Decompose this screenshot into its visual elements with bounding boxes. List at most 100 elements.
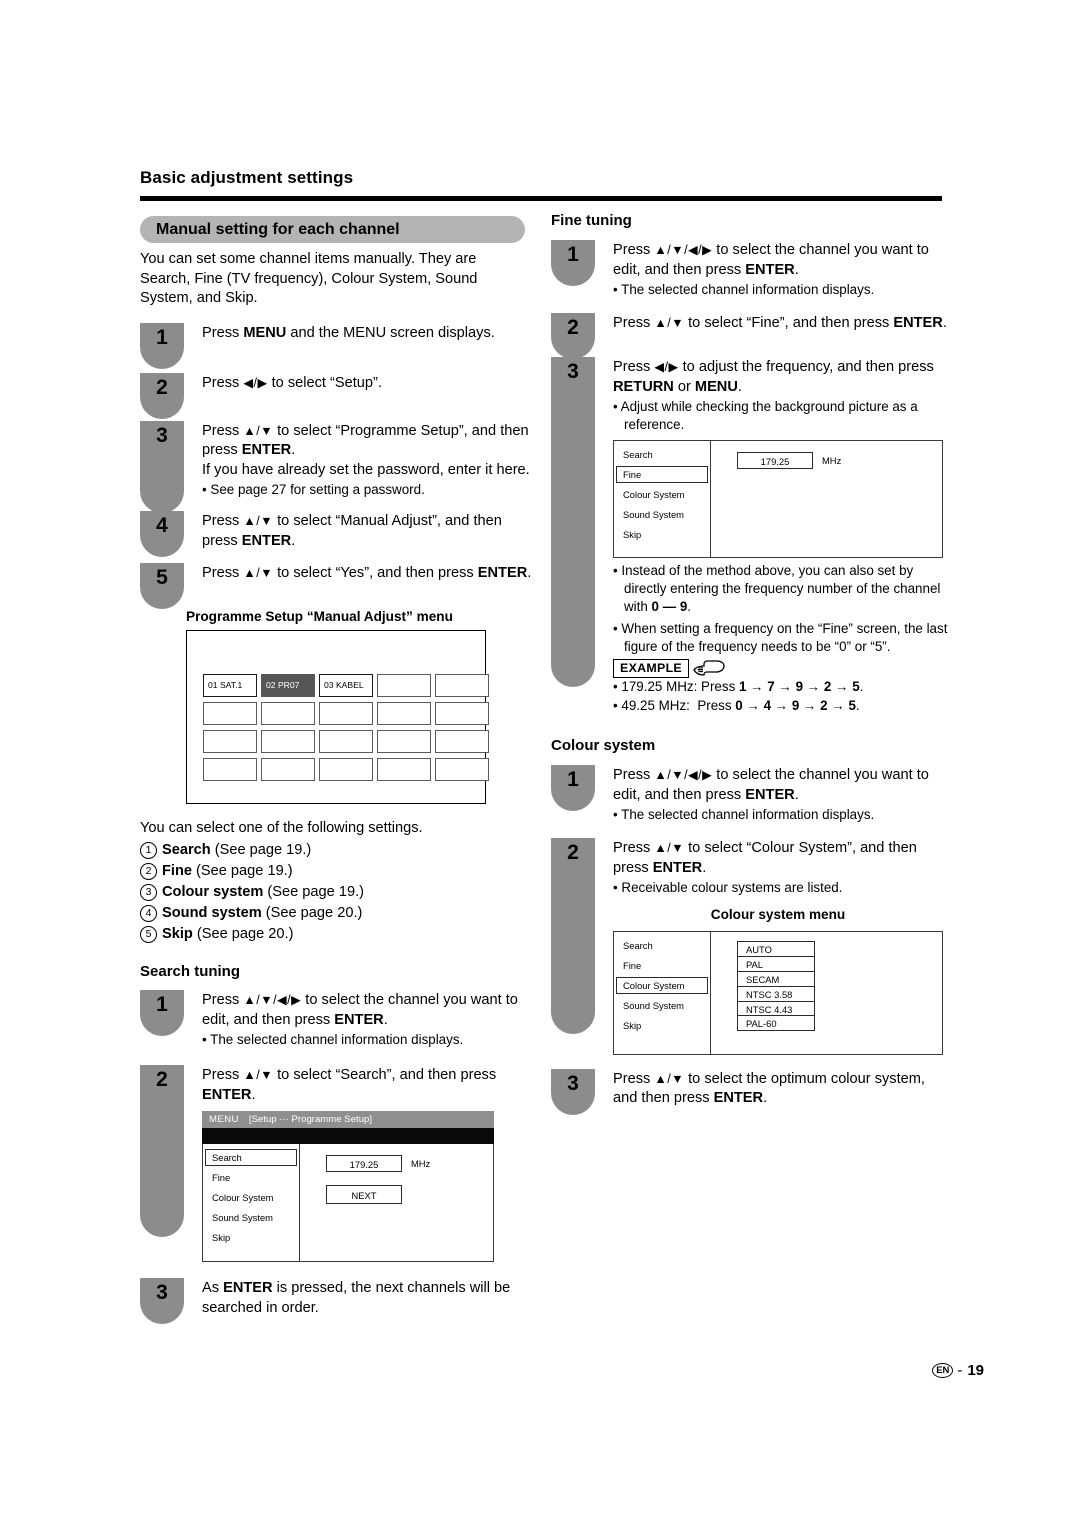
step-bullet: • Adjust while checking the background p… <box>613 399 918 432</box>
step-3: 3 Press ▲/▼ to select “Programme Setup”, … <box>140 420 535 513</box>
example-label: EXAMPLE <box>613 659 689 678</box>
channel-cell[interactable] <box>261 730 315 753</box>
channel-cell[interactable] <box>377 674 431 697</box>
channel-cell[interactable]: 03 KABEL <box>319 674 373 697</box>
search-tuning-heading: Search tuning <box>140 963 241 980</box>
osd-item-skip[interactable]: Skip <box>616 1017 708 1034</box>
osd-detail-pane: 179.25 MHz <box>711 441 942 557</box>
colour-option-auto[interactable]: AUTO <box>737 941 815 958</box>
osd-menu-label: MENU <box>209 1114 239 1125</box>
osd-item-fine[interactable]: Fine <box>616 957 708 974</box>
fine-note: • Instead of the method above, you can a… <box>613 563 941 614</box>
next-button[interactable]: NEXT <box>326 1185 402 1205</box>
channel-cell[interactable] <box>377 730 431 753</box>
osd-item-skip[interactable]: Skip <box>205 1229 297 1246</box>
channel-cell[interactable] <box>435 702 489 725</box>
osd-item-colour-system[interactable]: Colour System <box>205 1189 297 1206</box>
left-steps-list: 1 Press MENU and the MENU screen displays… <box>140 322 535 609</box>
step-body: Press ▲/▼ to select “Programme Setup”, a… <box>202 421 535 500</box>
fine-tuning-steps: 1 Press ▲/▼/◀/▶ to select the channel you… <box>551 240 951 715</box>
search-tuning-steps: 1 Press ▲/▼/◀/▶ to select the channel you… <box>140 990 535 1324</box>
step-body: Press ▲/▼ to select “Search”, and then p… <box>202 1065 535 1262</box>
step-2: 2 Press ▲/▼ to select “Fine”, and then pr… <box>551 313 951 359</box>
channel-cell[interactable] <box>203 702 257 725</box>
step-1: 1 Press ▲/▼/◀/▶ to select the channel you… <box>551 765 951 824</box>
step-body: Press ▲/▼ to select “Colour System”, and… <box>613 838 951 1055</box>
frequency-field[interactable]: 179.25 <box>326 1155 402 1173</box>
manual-adjust-screen: 01 SAT.1 02 PR07 03 KABEL <box>186 630 489 804</box>
osd-item-fine[interactable]: Fine <box>616 466 708 483</box>
step-3: 3 As ENTER is pressed, the next channels … <box>140 1278 535 1324</box>
step-badge-1: 1 <box>551 765 595 811</box>
setting-page-ref: (See page 20.) <box>192 926 294 942</box>
settings-section: You can select one of the following sett… <box>140 818 535 945</box>
step-text: Press MENU and the MENU screen displays. <box>202 324 495 341</box>
setting-number: 1 <box>140 842 157 859</box>
step-number: 2 <box>567 841 579 864</box>
step-3: 3 Press ▲/▼ to select the optimum colour … <box>551 1068 951 1115</box>
channel-cell[interactable] <box>203 758 257 781</box>
setting-number: 3 <box>140 884 157 901</box>
step-number: 3 <box>156 423 168 447</box>
channel-cell[interactable] <box>319 702 373 725</box>
step-text: Press ▲/▼ to select “Search”, and then p… <box>202 1067 497 1103</box>
step-bullet: • The selected channel information displ… <box>613 807 875 822</box>
step-badge-2: 2 <box>140 1065 184 1237</box>
osd-item-colour-system[interactable]: Colour System <box>616 976 708 994</box>
step-number: 4 <box>156 514 168 537</box>
osd-item-sound-system[interactable]: Sound System <box>205 1209 297 1226</box>
colour-option-pal[interactable]: PAL <box>737 956 815 973</box>
channel-cell[interactable] <box>261 758 315 781</box>
channel-cell[interactable] <box>261 702 315 725</box>
step-5: 5 Press ▲/▼ to select “Yes”, and then pre… <box>140 563 535 609</box>
step-badge-1: 1 <box>140 322 184 369</box>
channel-cell[interactable] <box>377 758 431 781</box>
osd-item-search[interactable]: Search <box>205 1149 297 1166</box>
osd-item-sound-system[interactable]: Sound System <box>616 506 708 523</box>
step-2: 2 Press ▲/▼ to select “Colour System”, an… <box>551 838 951 1055</box>
chapter-title: Basic adjustment settings <box>140 168 354 187</box>
osd-item-skip[interactable]: Skip <box>616 526 708 543</box>
osd-item-fine[interactable]: Fine <box>205 1169 297 1186</box>
frequency-field[interactable]: 179.25 <box>737 452 813 470</box>
language-badge: EN <box>932 1363 954 1378</box>
channel-cell[interactable] <box>435 674 489 697</box>
channel-cell[interactable]: 01 SAT.1 <box>203 674 257 697</box>
osd-item-sound-system[interactable]: Sound System <box>616 997 708 1014</box>
example-line: • 179.25 MHz: Press 1 → 7 → 9 → 2 → 5. <box>613 679 864 694</box>
channel-cell[interactable] <box>377 702 431 725</box>
step-3: 3 Press ◀/▶ to adjust the frequency, and … <box>551 357 951 715</box>
step-number: 2 <box>156 375 168 399</box>
colour-option-secam[interactable]: SECAM <box>737 970 815 987</box>
step-1: 1 Press MENU and the MENU screen displays… <box>140 322 535 369</box>
step-body: Press ▲/▼/◀/▶ to select the channel you … <box>613 765 951 824</box>
setting-item-fine: 2 Fine (See page 19.) <box>140 861 535 882</box>
setting-page-ref: (See page 20.) <box>261 905 363 921</box>
step-badge-1: 1 <box>140 990 184 1036</box>
channel-cell[interactable] <box>435 758 489 781</box>
step-text: Press ▲/▼/◀/▶ to select the channel you … <box>613 242 929 278</box>
colour-osd-menu: Search Fine Colour System Sound System Skip A… <box>613 930 943 1055</box>
colour-option-ntsc-3-58[interactable]: NTSC 3.58 <box>737 985 815 1002</box>
colour-system-options: AUTO PAL SECAM NTSC 3.58 NTSC 4.43 PAL-60 <box>737 941 942 1032</box>
osd-item-search[interactable]: Search <box>616 937 708 954</box>
channel-cell[interactable] <box>319 730 373 753</box>
channel-cell[interactable] <box>435 730 489 753</box>
fine-note: • When setting a frequency on the “Fine”… <box>613 621 948 654</box>
channel-cell[interactable] <box>203 730 257 753</box>
osd-body: Search Fine Colour System Sound System Skip 1… <box>202 1144 494 1262</box>
colour-option-pal-60[interactable]: PAL-60 <box>737 1015 815 1032</box>
colour-option-ntsc-4-43[interactable]: NTSC 4.43 <box>737 1000 815 1017</box>
step-bullet: • The selected channel information displ… <box>613 282 875 297</box>
setting-page-ref: (See page 19.) <box>263 884 364 900</box>
osd-item-colour-system[interactable]: Colour System <box>616 486 708 503</box>
osd-body: Search Fine Colour System Sound System Skip 1… <box>613 440 943 558</box>
channel-cell[interactable] <box>319 758 373 781</box>
osd-item-search[interactable]: Search <box>616 446 708 463</box>
page-footer: EN - 19 <box>932 1362 984 1379</box>
osd-item-list: Search Fine Colour System Sound System Skip <box>203 1144 300 1261</box>
channel-cell[interactable]: 02 PR07 <box>261 674 315 697</box>
setting-page-ref: (See page 19.) <box>192 863 293 879</box>
step-text: Press ▲/▼ to select the optimum colour s… <box>613 1070 925 1107</box>
step-body: Press ▲/▼ to select “Manual Adjust”, and… <box>202 511 535 551</box>
